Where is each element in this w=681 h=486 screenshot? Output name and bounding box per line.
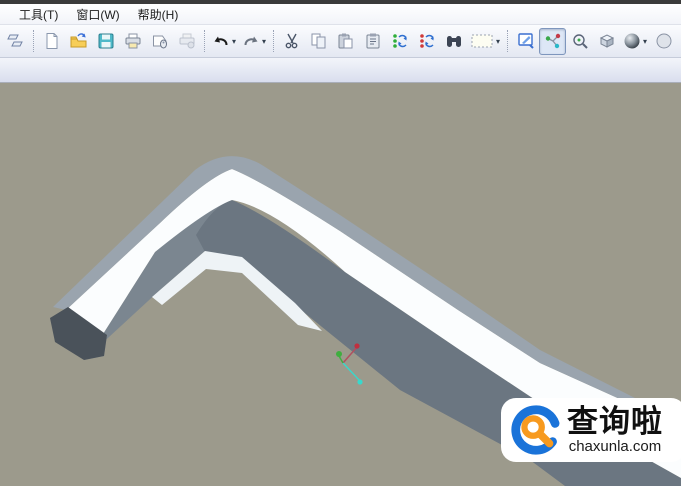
toolbar-undo[interactable]: ▾ [209, 28, 239, 55]
copy-icon [310, 32, 328, 50]
toolbar-regenerate[interactable] [386, 28, 413, 55]
toolbar-orient-mode[interactable] [566, 28, 593, 55]
menu-item-tools[interactable]: 工具(T) [10, 4, 67, 25]
toolbar-regenerate-failed[interactable] [413, 28, 440, 55]
save-icon [97, 32, 115, 50]
cut-icon [283, 32, 301, 50]
toolbar-print[interactable] [119, 28, 146, 55]
toolbar-selection-filter[interactable]: ▾ [467, 28, 503, 55]
print-preview-icon [151, 32, 169, 50]
menu-item-help[interactable]: 帮助(H) [129, 4, 188, 25]
spin-center-icon [544, 32, 562, 50]
model-tree-icon [6, 32, 25, 50]
regenerate-red-icon [418, 32, 436, 50]
regenerate-green-icon [391, 32, 409, 50]
toolbar-separator [273, 30, 275, 52]
toolbar-print-preview[interactable] [146, 28, 173, 55]
toolbar-saved-views[interactable] [593, 28, 620, 55]
toolbar-copy[interactable] [305, 28, 332, 55]
paste-special-icon [364, 32, 382, 50]
toolbar-separator [204, 30, 205, 52]
paste-icon [337, 32, 355, 50]
toolbar-buttons: ▾ ▾ ▾ ▾ [0, 25, 681, 58]
toolbar-paste-special[interactable] [359, 28, 386, 55]
toolbar-spin-center[interactable] [539, 27, 567, 55]
toolbar-separator [33, 30, 34, 52]
toolbar-repaint[interactable] [512, 28, 539, 55]
toolbar-paste[interactable] [332, 28, 359, 55]
dropdown-arrow-icon[interactable]: ▾ [262, 37, 266, 46]
watermark: 查询啦 chaxunla.com [501, 398, 681, 462]
open-folder-icon [70, 32, 88, 50]
dropdown-arrow-icon[interactable]: ▾ [643, 37, 647, 46]
sphere-outline-icon [655, 32, 673, 50]
sphere-icon [623, 32, 641, 50]
saved-views-icon [598, 32, 616, 50]
menu-bar: 工具(T) 窗口(W) 帮助(H) [0, 4, 681, 25]
watermark-domain: chaxunla.com [568, 437, 662, 455]
orient-icon [571, 32, 589, 50]
dropdown-arrow-icon[interactable]: ▾ [232, 37, 236, 46]
print-setup-icon [178, 32, 196, 50]
toolbar-find[interactable] [440, 28, 467, 55]
secondary-toolbar-row [0, 58, 681, 83]
selection-box-icon [470, 32, 494, 50]
menu-item-window[interactable]: 窗口(W) [67, 4, 128, 25]
toolbar-clipped-button[interactable] [650, 28, 677, 55]
toolbar-separator [507, 30, 509, 52]
toolbar-new-file[interactable] [38, 28, 65, 55]
watermark-brand: 查询啦 [567, 403, 663, 439]
toolbar-cut[interactable] [278, 28, 305, 55]
toolbar-display-style[interactable]: ▾ [620, 28, 650, 55]
spin-center-red-dot [354, 343, 360, 349]
toolbar-open-file[interactable] [65, 28, 92, 55]
repaint-icon [517, 32, 535, 50]
dropdown-arrow-icon[interactable]: ▾ [496, 37, 500, 46]
binoculars-icon [445, 32, 463, 50]
undo-icon [212, 32, 230, 50]
toolbar-redo[interactable]: ▾ [239, 28, 269, 55]
redo-icon [242, 32, 260, 50]
3d-viewport[interactable]: 查询啦 chaxunla.com [0, 83, 681, 486]
toolbar-model-tree[interactable] [2, 28, 29, 55]
toolbar-save[interactable] [92, 28, 119, 55]
application-window: 工具(T) 窗口(W) 帮助(H) ▾ ▾ ▾ ▾ 查询啦 chaxunla.c… [0, 0, 681, 486]
new-file-icon [43, 32, 61, 50]
toolbar-print-setup[interactable] [173, 28, 200, 55]
spin-center-green-dot [336, 351, 342, 357]
print-icon [124, 32, 142, 50]
spin-center-cyan-dot [357, 379, 363, 385]
chaxunla-logo-icon [511, 405, 561, 455]
